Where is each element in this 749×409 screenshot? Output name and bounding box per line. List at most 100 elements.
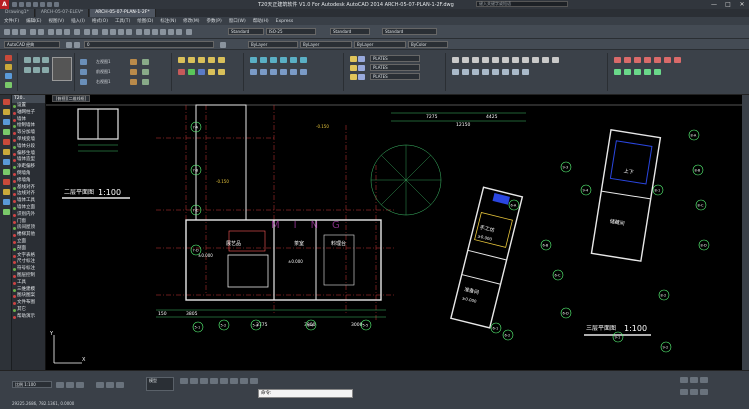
customize-icon[interactable] (700, 389, 708, 395)
dim-aligned-icon[interactable] (512, 69, 519, 75)
osnap-icon[interactable] (220, 378, 228, 384)
sweep-icon[interactable] (270, 69, 277, 75)
tangent-item[interactable]: 工具 (12, 280, 45, 287)
open-icon[interactable] (12, 29, 18, 35)
hatch-icon[interactable] (3, 209, 10, 215)
mtext-icon[interactable] (654, 57, 661, 63)
new-icon[interactable] (12, 2, 17, 7)
ucs-3point-icon[interactable] (208, 69, 215, 75)
block-icon[interactable] (3, 199, 10, 205)
tangent-item[interactable]: 其它 (12, 307, 45, 314)
loft-icon[interactable] (280, 69, 287, 75)
array-icon[interactable] (482, 69, 489, 75)
command-line[interactable]: 命令: (258, 389, 353, 398)
view-bottom-icon[interactable] (33, 57, 40, 63)
layer-row-3[interactable]: PLATES (370, 73, 420, 80)
explode-icon[interactable] (552, 57, 559, 63)
subtract-icon[interactable] (300, 69, 307, 75)
undo-icon[interactable] (84, 29, 90, 35)
block-icon[interactable] (664, 57, 671, 63)
ucs-previous-icon[interactable] (198, 57, 205, 63)
menu-insert[interactable]: 插入(I) (71, 18, 85, 24)
tangent-item[interactable]: 墙体立面 (12, 205, 45, 212)
tangent-item[interactable]: 识别内外 (12, 212, 45, 219)
layer-state-icon[interactable] (74, 42, 80, 48)
hide-icon[interactable] (142, 69, 149, 75)
workspace-icon[interactable] (680, 377, 688, 383)
layer-row-1[interactable]: PLATES (370, 55, 420, 62)
lightbulb-icon[interactable] (350, 74, 357, 80)
view-back-icon[interactable] (33, 67, 40, 73)
saveas-icon[interactable] (33, 2, 38, 7)
tablestyle-select[interactable]: Standard (330, 28, 370, 35)
layer-select[interactable]: 0 (84, 41, 214, 48)
tangent-item[interactable]: 符号标注 (12, 266, 45, 273)
xline-icon[interactable] (3, 109, 10, 115)
linetype-select[interactable]: ByLayer (300, 41, 352, 48)
model-button[interactable]: 模型 (146, 377, 174, 391)
torus-icon[interactable] (300, 57, 307, 63)
layer-icon[interactable] (66, 382, 74, 388)
lightbulb-icon[interactable] (350, 65, 357, 71)
textstyle-select[interactable]: Standard (228, 28, 264, 35)
right-scroll-panel[interactable] (742, 95, 749, 370)
tangent-panel-header[interactable]: T20.. (12, 95, 45, 103)
tangent-item[interactable]: 墙体工具 (12, 198, 45, 205)
visual-style-icon[interactable] (142, 59, 149, 65)
menu-file[interactable]: 文件(F) (4, 18, 19, 24)
otrack-icon[interactable] (230, 378, 238, 384)
toolpalette-icon[interactable] (152, 29, 158, 35)
tangent-item[interactable]: 等分加墙 (12, 130, 45, 137)
close-button[interactable]: ✕ (735, 0, 749, 9)
break-icon[interactable] (512, 57, 519, 63)
search-input[interactable]: 键入关键字或短语 (476, 1, 568, 7)
tangent-item[interactable]: 单线变墙 (12, 137, 45, 144)
ucs-object-icon[interactable] (218, 57, 225, 63)
menu-window[interactable]: 窗口(W) (229, 18, 246, 24)
ucs-x-icon[interactable] (178, 69, 185, 75)
ellipse-icon[interactable] (3, 189, 10, 195)
ucs-z-icon[interactable] (198, 69, 205, 75)
hatch-icon[interactable] (614, 57, 621, 63)
tab-drawing1[interactable]: Drawing1* (0, 9, 35, 17)
tangent-item[interactable]: 楼梯其他 (12, 232, 45, 239)
zoom-previous-icon[interactable] (126, 29, 132, 35)
menu-view[interactable]: 视图(V) (48, 18, 64, 24)
erase-icon[interactable] (492, 69, 499, 75)
scale-icon[interactable] (472, 57, 479, 63)
tangent-item[interactable]: 帮助演示 (12, 314, 45, 321)
minimize-button[interactable]: — (707, 0, 721, 9)
layer-row-2[interactable]: PLATES (370, 64, 420, 71)
dim-radius-icon[interactable] (522, 69, 529, 75)
sphere-icon[interactable] (280, 57, 287, 63)
circle-icon[interactable] (5, 73, 12, 79)
cloud-icon[interactable] (3, 169, 10, 175)
view-top-icon[interactable] (24, 57, 31, 63)
insert-icon[interactable] (674, 57, 681, 63)
zoom-window-icon[interactable] (118, 29, 124, 35)
camera-icon[interactable] (130, 59, 137, 65)
view-label-front[interactable]: 前视图1 (96, 69, 111, 75)
menu-parametric[interactable]: 参数(P) (207, 18, 222, 24)
extrude-icon[interactable] (250, 69, 257, 75)
ucs-icon[interactable] (178, 57, 185, 63)
properties-icon[interactable] (136, 29, 142, 35)
ortho-icon[interactable] (200, 378, 208, 384)
dimstyle-select[interactable]: ISO-25 (266, 28, 316, 35)
sun-icon[interactable] (358, 74, 365, 80)
light-icon[interactable] (130, 69, 137, 75)
color-select[interactable]: ByLayer (248, 41, 298, 48)
sheetset-icon[interactable] (160, 29, 166, 35)
move-icon[interactable] (452, 57, 459, 63)
plot-icon[interactable] (30, 29, 36, 35)
spline-icon[interactable] (624, 69, 631, 75)
viewcube-icon[interactable] (52, 57, 72, 81)
make-current-icon[interactable] (220, 42, 226, 48)
new-icon[interactable] (4, 29, 10, 35)
save-icon[interactable] (20, 29, 26, 35)
menu-tools[interactable]: 工具(T) (115, 18, 130, 24)
sun-icon[interactable] (358, 65, 365, 71)
tangent-item[interactable]: 立面 (12, 239, 45, 246)
render-icon[interactable] (130, 79, 137, 85)
ucs-apply-icon[interactable] (218, 69, 225, 75)
